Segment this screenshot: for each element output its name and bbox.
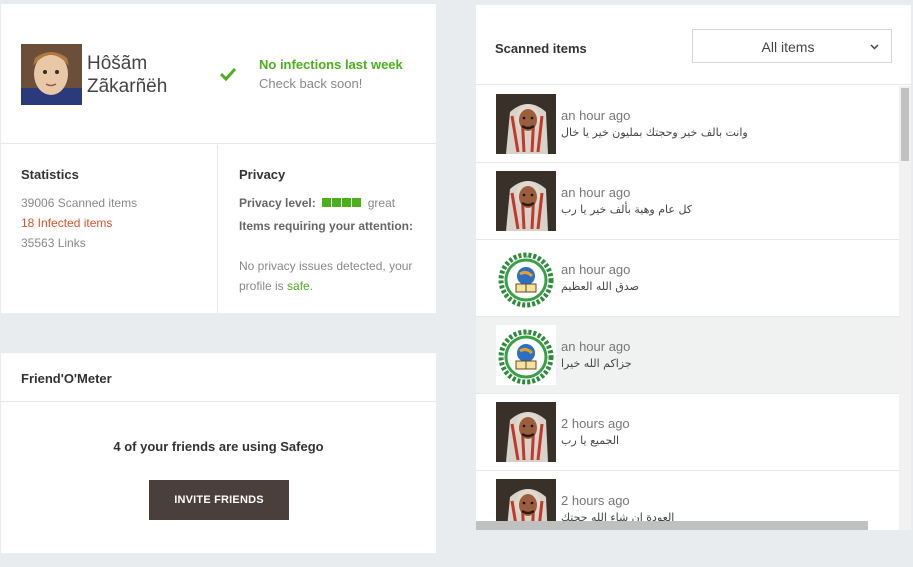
scanned-item[interactable]: ⁂ an hour ago جزاكم الله خيرا: [476, 317, 899, 394]
item-timestamp: 2 hours ago: [561, 493, 630, 508]
item-text[interactable]: وانت بالف خير وحجتك بمليون خير يا خال: [561, 126, 748, 139]
scanned-items-title: Scanned items: [495, 41, 587, 56]
safe-link[interactable]: safe: [287, 279, 310, 293]
profile-header: Hôšãm Zãkarñëh No infections last week C…: [1, 4, 436, 144]
emblem-thumbnail[interactable]: ⁂: [496, 248, 556, 308]
privacy-attention-label: Items requiring your attention:: [239, 219, 414, 233]
items-filter-select[interactable]: All items: [692, 29, 892, 63]
privacy-level-label: Privacy level:: [239, 196, 316, 211]
item-timestamp: 2 hours ago: [561, 416, 630, 431]
check-icon: [219, 67, 237, 82]
privacy-message: No privacy issues detected, your profile…: [239, 259, 413, 293]
emblem-thumbnail[interactable]: ⁂: [496, 325, 556, 385]
privacy-level-bars: [321, 196, 362, 210]
profile-card: Hôšãm Zãkarñëh No infections last week C…: [1, 4, 436, 313]
friendometer-title: Friend'O'Meter: [21, 371, 112, 386]
item-text[interactable]: كل عام وهية بألف خير يا رب: [561, 203, 692, 216]
infected-count[interactable]: 18 Infected items: [21, 216, 112, 230]
scanned-items-list[interactable]: an hour ago وانت بالف خير وحجتك بمليون خي…: [476, 86, 911, 530]
item-text[interactable]: الجميع يا رب: [561, 434, 619, 447]
scanned-item[interactable]: an hour ago كل عام وهية بألف خير يا رب: [476, 163, 899, 240]
item-timestamp: an hour ago: [561, 185, 631, 200]
scanned-item[interactable]: 2 hours ago الجميع يا رب: [476, 394, 899, 471]
status-subtitle: Check back soon!: [259, 76, 363, 91]
vertical-scrollbar[interactable]: [899, 86, 911, 530]
privacy-level-value: great: [367, 196, 396, 211]
links-count[interactable]: 35563 Links: [21, 236, 86, 250]
privacy-title: Privacy: [239, 167, 286, 182]
scanned-count[interactable]: 39006 Scanned items: [21, 196, 137, 210]
scanned-items-card: Scanned items All items an hour ago وانت …: [476, 5, 911, 530]
privacy-panel: Privacy Privacy level: great Items requir…: [219, 145, 436, 313]
horizontal-scrollbar[interactable]: [476, 521, 868, 530]
item-timestamp: an hour ago: [561, 108, 631, 123]
item-text[interactable]: صدق الله العظيم: [561, 280, 639, 293]
svg-text:⁂: ⁂: [524, 253, 529, 260]
statistics-title: Statistics: [21, 167, 79, 182]
person-thumbnail[interactable]: [496, 171, 556, 231]
item-timestamp: an hour ago: [561, 262, 631, 277]
status-title: No infections last week: [259, 57, 403, 72]
statistics-panel: Statistics 39006 Scanned items 18 Infect…: [1, 145, 218, 313]
user-name[interactable]: Hôšãm Zãkarñëh: [87, 52, 207, 98]
friends-count-text: 4 of your friends are using Safego: [113, 439, 324, 454]
item-text[interactable]: جزاكم الله خيرا: [561, 357, 632, 370]
avatar[interactable]: [21, 44, 82, 105]
chevron-down-icon: [870, 44, 879, 50]
filter-selected-value: All items: [761, 39, 815, 55]
person-thumbnail[interactable]: [496, 94, 556, 154]
scanned-item[interactable]: an hour ago وانت بالف خير وحجتك بمليون خي…: [476, 86, 899, 163]
item-timestamp: an hour ago: [561, 339, 631, 354]
friendometer-card: Friend'O'Meter 4 of your friends are usi…: [1, 353, 436, 553]
friendometer-header: Friend'O'Meter: [1, 353, 436, 402]
scrollbar-thumb[interactable]: [901, 88, 909, 161]
scanned-item[interactable]: ⁂ an hour ago صدق الله العظيم: [476, 240, 899, 317]
person-thumbnail[interactable]: [496, 402, 556, 462]
invite-friends-button[interactable]: INVITE FRIENDS: [149, 480, 289, 520]
svg-text:⁂: ⁂: [524, 330, 529, 337]
scanned-items-header: Scanned items All items: [476, 5, 911, 85]
privacy-level: Privacy level: great: [239, 196, 395, 212]
